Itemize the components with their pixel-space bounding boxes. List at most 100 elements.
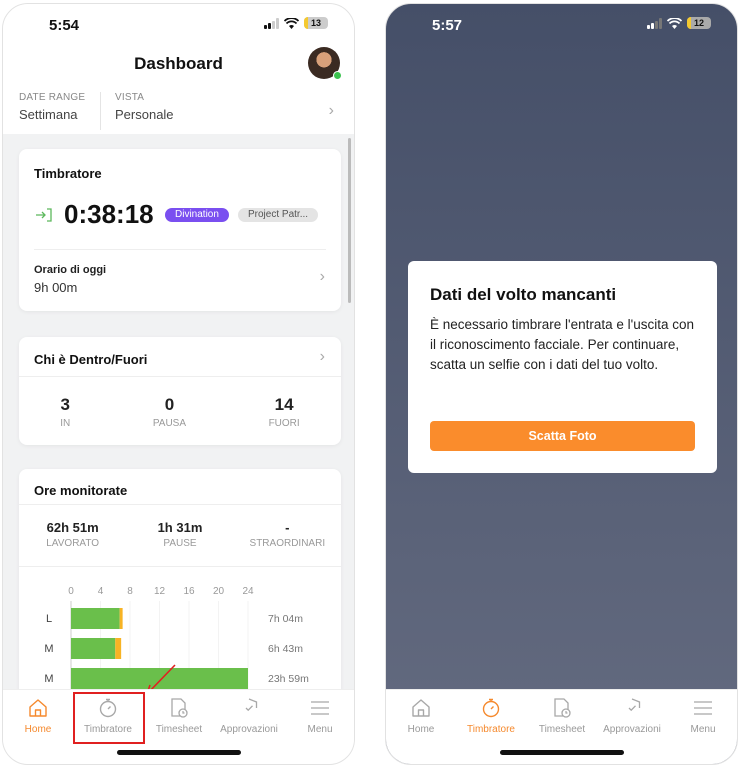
menu-icon bbox=[311, 701, 329, 715]
tag-divination[interactable]: Divination bbox=[165, 208, 229, 222]
x-tick-label: 0 bbox=[68, 586, 74, 597]
bar-total-label: 6h 43m bbox=[268, 643, 303, 655]
header: 5:54 13 Dashboard DATE RANGE Settimana V… bbox=[3, 4, 354, 134]
tab-approvazioni[interactable]: Approvazioni bbox=[214, 696, 284, 735]
take-photo-button[interactable]: Scatta Foto bbox=[430, 421, 695, 451]
tab-menu[interactable]: Menu bbox=[668, 696, 737, 735]
bar-lavorato bbox=[71, 608, 120, 629]
status-bar: 5:57 12 bbox=[386, 4, 737, 48]
bar-pausa bbox=[119, 608, 123, 629]
timesheet-icon bbox=[554, 698, 571, 718]
stat-pausa: 0 PAUSA bbox=[152, 395, 187, 429]
today-value: 9h 00m bbox=[34, 280, 78, 295]
chevron-right-icon[interactable]: › bbox=[329, 102, 334, 120]
view-value: Personale bbox=[115, 107, 174, 122]
date-range-label: DATE RANGE bbox=[19, 92, 86, 103]
stat-straordinari: - STRAORDINARI bbox=[249, 520, 326, 549]
x-tick-label: 16 bbox=[183, 586, 195, 597]
view-filter[interactable]: VISTA Personale bbox=[115, 92, 174, 122]
bar-lavorato bbox=[71, 668, 248, 689]
hours-stats: 62h 51m LAVORATO 1h 31m PAUSE - STRAORDINAR… bbox=[19, 520, 341, 549]
scrollbar[interactable] bbox=[348, 138, 351, 303]
dialog-title: Dati del volto mancanti bbox=[430, 285, 617, 304]
divider bbox=[34, 249, 326, 250]
divider bbox=[19, 566, 341, 567]
page-title: Dashboard bbox=[134, 54, 223, 73]
stat-in: 3 IN bbox=[60, 395, 71, 429]
x-tick-label: 8 bbox=[127, 586, 133, 597]
tab-label: Timesheet bbox=[155, 724, 203, 735]
battery-icon: 12 bbox=[687, 17, 711, 29]
date-range-value: Settimana bbox=[19, 107, 78, 122]
dashboard-screen: 5:54 13 Dashboard DATE RANGE Settimana V… bbox=[2, 3, 355, 765]
battery-icon: 13 bbox=[304, 17, 328, 29]
today-label: Orario di oggi bbox=[34, 264, 107, 276]
face-data-screen: 5:57 12 Dati del volto mancanti È necess… bbox=[385, 3, 738, 765]
tab-label: Home bbox=[24, 724, 52, 735]
home-indicator bbox=[499, 750, 624, 755]
bar-pausa bbox=[115, 638, 122, 659]
tag-project[interactable]: Project Patr... bbox=[238, 208, 319, 222]
x-tick-label: 4 bbox=[98, 586, 104, 597]
stat-fuori: 14 FUORI bbox=[268, 395, 300, 429]
chevron-right-icon[interactable]: › bbox=[320, 348, 325, 366]
tab-timesheet[interactable]: Timesheet bbox=[144, 696, 214, 735]
tab-approvazioni[interactable]: Approvazioni bbox=[597, 696, 667, 735]
wifi-icon bbox=[284, 17, 299, 29]
avatar[interactable] bbox=[308, 47, 342, 80]
tab-timbratore[interactable]: Timbratore bbox=[456, 696, 526, 735]
filters-bar[interactable]: DATE RANGE Settimana VISTA Personale › bbox=[3, 92, 354, 132]
in-out-card[interactable]: Chi è Dentro/Fuori › 3 IN 0 PAUSA 14 FUORI bbox=[19, 337, 341, 445]
tab-label: Approvazioni bbox=[220, 724, 278, 735]
stat-lavorato: 62h 51m LAVORATO bbox=[46, 520, 100, 549]
card-title: Timbratore bbox=[34, 166, 102, 181]
divider bbox=[100, 92, 101, 130]
tab-home[interactable]: Home bbox=[3, 696, 73, 735]
shield-check-icon bbox=[245, 698, 258, 712]
divider bbox=[19, 504, 341, 505]
bar-total-label: 7h 04m bbox=[268, 613, 303, 625]
timer: 0:38:18 bbox=[64, 199, 154, 229]
dialog-body: È necessario timbrare l'entrata e l'usci… bbox=[430, 317, 695, 372]
x-tick-label: 12 bbox=[154, 586, 166, 597]
shield-check-icon bbox=[628, 698, 641, 712]
category-label: L bbox=[46, 613, 52, 625]
menu-icon bbox=[694, 701, 712, 715]
stopwatch-icon bbox=[482, 698, 500, 718]
card-title: Chi è Dentro/Fuori bbox=[34, 352, 148, 367]
chevron-right-icon[interactable]: › bbox=[320, 268, 325, 286]
card-title: Ore monitorate bbox=[34, 483, 128, 498]
divider bbox=[19, 376, 341, 377]
home-icon bbox=[29, 699, 47, 717]
status-time: 5:54 bbox=[49, 17, 80, 34]
signal-icon bbox=[647, 17, 662, 29]
timbratore-card[interactable]: Timbratore 0:38:18 Divination Project Pa… bbox=[19, 149, 341, 311]
wifi-icon bbox=[667, 17, 682, 29]
status-bar: 5:54 13 bbox=[3, 4, 354, 48]
x-tick-label: 20 bbox=[213, 586, 225, 597]
tab-timesheet[interactable]: Timesheet bbox=[527, 696, 597, 735]
face-data-dialog: Dati del volto mancanti È necessario tim… bbox=[408, 261, 717, 473]
view-label: VISTA bbox=[115, 92, 145, 103]
tab-menu[interactable]: Menu bbox=[285, 696, 354, 735]
tab-label: Timbratore bbox=[467, 724, 515, 735]
tab-home[interactable]: Home bbox=[386, 696, 456, 735]
bar-total-label: 23h 59m bbox=[268, 673, 309, 685]
status-time: 5:57 bbox=[432, 17, 463, 34]
category-label: M bbox=[44, 673, 53, 685]
home-indicator bbox=[116, 750, 241, 755]
tab-label: Menu bbox=[307, 724, 333, 735]
in-out-stats: 3 IN 0 PAUSA 14 FUORI bbox=[19, 395, 341, 429]
date-range-filter[interactable]: DATE RANGE Settimana bbox=[19, 92, 85, 122]
x-tick-label: 24 bbox=[242, 586, 254, 597]
hours-chart: 0 4 8 12 16 20 24 L 7h 04m M 6h 43m M 23h 59m bbox=[44, 586, 309, 691]
stat-pause: 1h 31m PAUSE bbox=[157, 520, 203, 549]
timesheet-icon bbox=[171, 698, 188, 718]
tab-label: Timesheet bbox=[538, 724, 586, 735]
tab-label: Approvazioni bbox=[603, 724, 661, 735]
signal-icon bbox=[264, 17, 279, 29]
bar-lavorato bbox=[71, 638, 116, 659]
clock-in-icon bbox=[36, 208, 52, 222]
highlight-annotation bbox=[73, 692, 145, 744]
online-status-dot bbox=[333, 71, 342, 80]
